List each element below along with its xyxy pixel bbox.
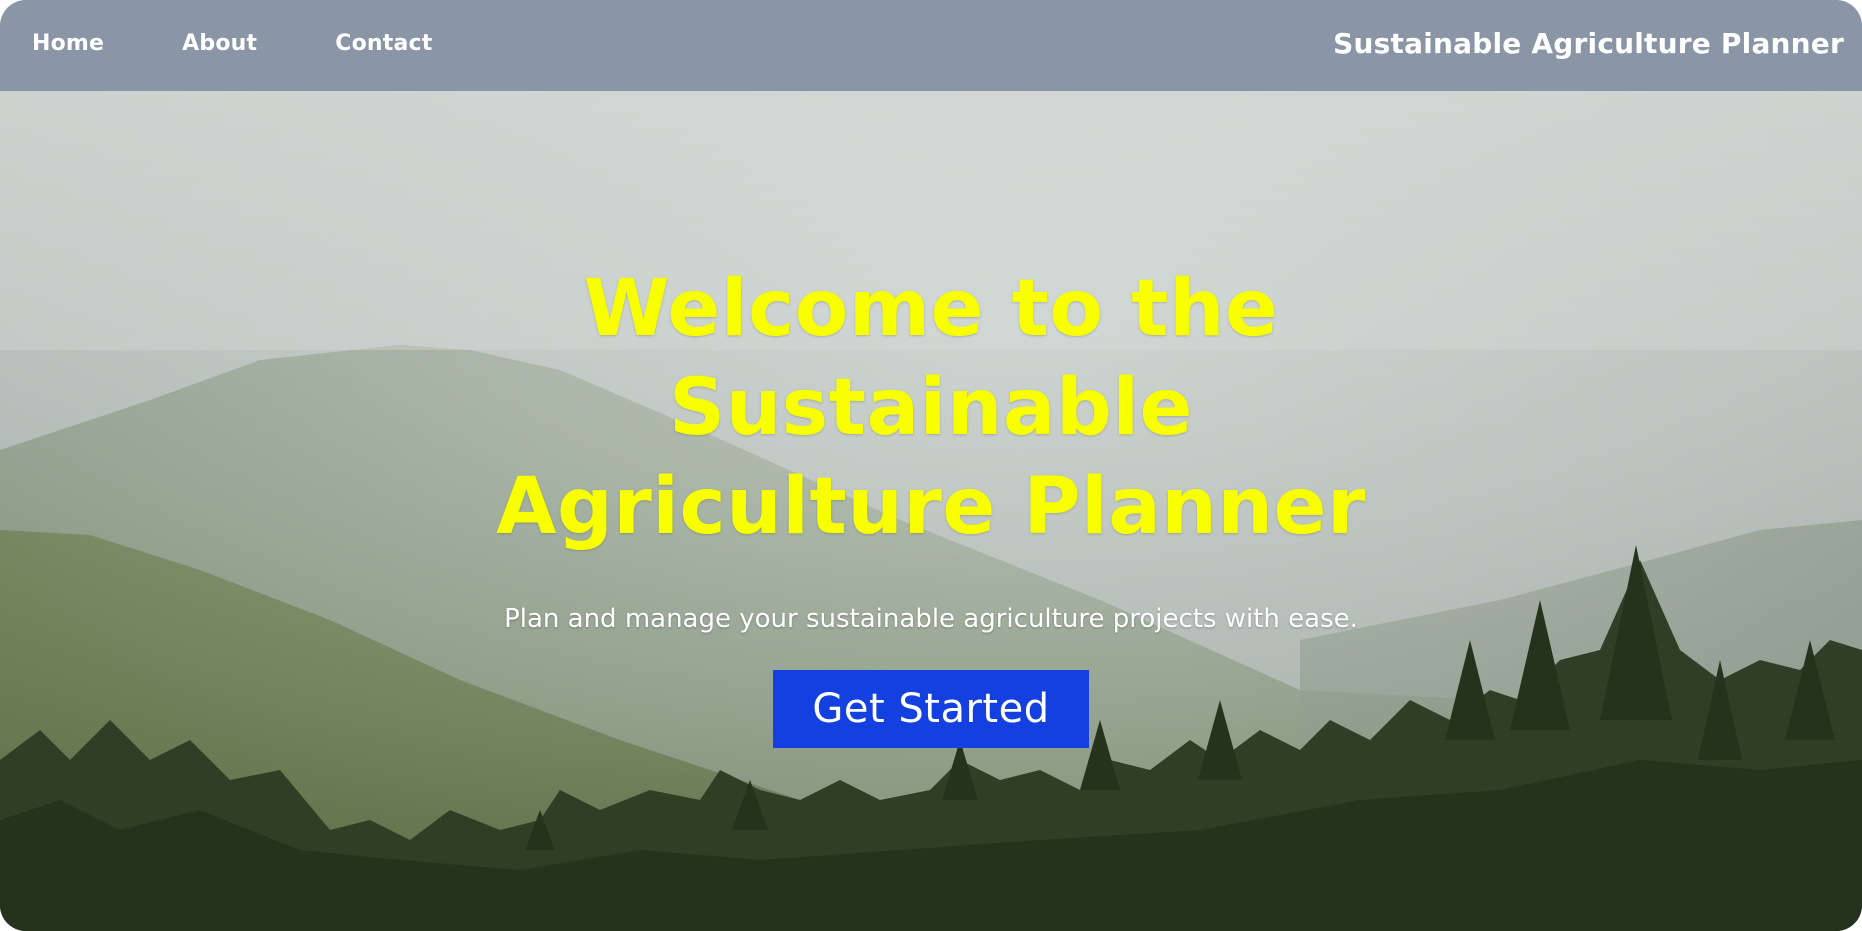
brand-title[interactable]: Sustainable Agriculture Planner (1333, 0, 1844, 87)
hero-section: Welcome to the Sustainable Agriculture P… (0, 260, 1862, 748)
nav-link-contact[interactable]: Contact (335, 31, 432, 56)
page: Home About Contact Sustainable Agricultu… (0, 0, 1862, 931)
get-started-button[interactable]: Get Started (773, 670, 1089, 748)
hero-subtitle: Plan and manage your sustainable agricul… (504, 604, 1358, 634)
nav-link-home[interactable]: Home (32, 31, 104, 56)
nav-link-about[interactable]: About (182, 31, 257, 56)
hero-title: Welcome to the Sustainable Agriculture P… (496, 264, 1366, 552)
nav-links: Home About Contact (32, 0, 511, 87)
navbar: Home About Contact Sustainable Agricultu… (0, 0, 1862, 91)
